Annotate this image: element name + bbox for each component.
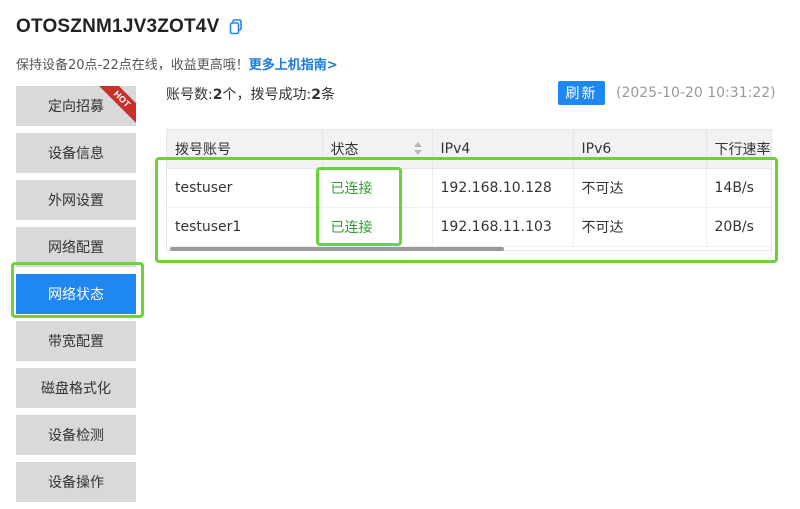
refresh-button[interactable]: 刷新	[558, 81, 605, 105]
dial-status-table: 拨号账号 状态 IPv4 IPv6 下行速率 testuser 已连接 192.…	[166, 129, 772, 251]
guide-link[interactable]: 更多上机指南>	[249, 58, 338, 73]
cell-down-rate: 14B/s	[706, 168, 771, 208]
sidebar: 定向招募 HOT 设备信息 外网设置 网络配置 网络状态 带宽配置 磁盘格式化 …	[16, 86, 136, 509]
column-header-account: 拨号账号	[167, 130, 323, 169]
sidebar-item-bandwidth-config[interactable]: 带宽配置	[16, 321, 136, 361]
device-id: OTOSZNM1JV3ZOT4V	[16, 16, 220, 37]
sidebar-item-network-config[interactable]: 网络配置	[16, 227, 136, 267]
sidebar-item-label: 设备操作	[48, 475, 104, 491]
account-summary: 账号数:2个，拨号成功:2条	[166, 84, 335, 104]
cell-status: 已连接	[322, 168, 433, 208]
table-row: testuser1 已连接 192.168.11.103 不可达 20B/s	[167, 207, 771, 247]
refresh-timestamp: (2025-10-20 10:31:22)	[616, 85, 776, 101]
device-header: OTOSZNM1JV3ZOT4V	[16, 16, 243, 38]
table-horizontal-scrollbar[interactable]	[170, 247, 504, 251]
cell-ipv4: 192.168.11.103	[432, 207, 574, 247]
tip-text: 保持设备20点-22点在线，收益更高哦！	[16, 58, 249, 73]
sidebar-item-device-ops[interactable]: 设备操作	[16, 462, 136, 502]
column-header-ipv4: IPv4	[432, 130, 574, 169]
cell-ipv4: 192.168.10.128	[432, 168, 574, 208]
sidebar-item-device-info[interactable]: 设备信息	[16, 133, 136, 173]
column-header-ipv6: IPv6	[573, 130, 707, 169]
cell-account: testuser1	[167, 207, 323, 247]
sort-icon[interactable]	[413, 142, 422, 156]
cell-ipv6: 不可达	[573, 207, 707, 247]
sidebar-item-label: 网络配置	[48, 240, 104, 256]
column-header-status[interactable]: 状态	[322, 130, 433, 169]
table-row: testuser 已连接 192.168.10.128 不可达 14B/s	[167, 168, 771, 208]
sidebar-item-label: 定向招募	[48, 99, 104, 115]
sidebar-item-device-check[interactable]: 设备检测	[16, 415, 136, 455]
column-header-down-rate: 下行速率	[706, 130, 771, 169]
sidebar-item-label: 网络状态	[48, 287, 104, 303]
sidebar-item-disk-format[interactable]: 磁盘格式化	[16, 368, 136, 408]
cell-ipv6: 不可达	[573, 168, 707, 208]
sidebar-item-label: 带宽配置	[48, 334, 104, 350]
count-unit: 个，拨号成功:	[222, 87, 312, 103]
sidebar-item-label: 磁盘格式化	[41, 381, 111, 397]
success-unit: 条	[320, 87, 335, 103]
sidebar-item-recruit[interactable]: 定向招募 HOT	[16, 86, 136, 126]
copy-icon[interactable]	[229, 19, 243, 35]
count-value: 2	[212, 87, 223, 103]
cell-status: 已连接	[322, 207, 433, 247]
count-label: 账号数:	[166, 87, 213, 103]
sidebar-item-label: 设备信息	[48, 146, 104, 162]
sidebar-item-label: 设备检测	[48, 428, 104, 444]
sidebar-item-network-status[interactable]: 网络状态	[16, 274, 136, 314]
cell-account: testuser	[167, 168, 323, 208]
table-header-row: 拨号账号 状态 IPv4 IPv6 下行速率	[167, 130, 771, 169]
column-header-status-label: 状态	[330, 141, 359, 158]
sidebar-item-label: 外网设置	[48, 193, 104, 209]
tip-line: 保持设备20点-22点在线，收益更高哦！更多上机指南>	[16, 54, 338, 73]
cell-down-rate: 20B/s	[706, 207, 771, 247]
sidebar-item-wan-settings[interactable]: 外网设置	[16, 180, 136, 220]
success-value: 2	[311, 87, 321, 103]
